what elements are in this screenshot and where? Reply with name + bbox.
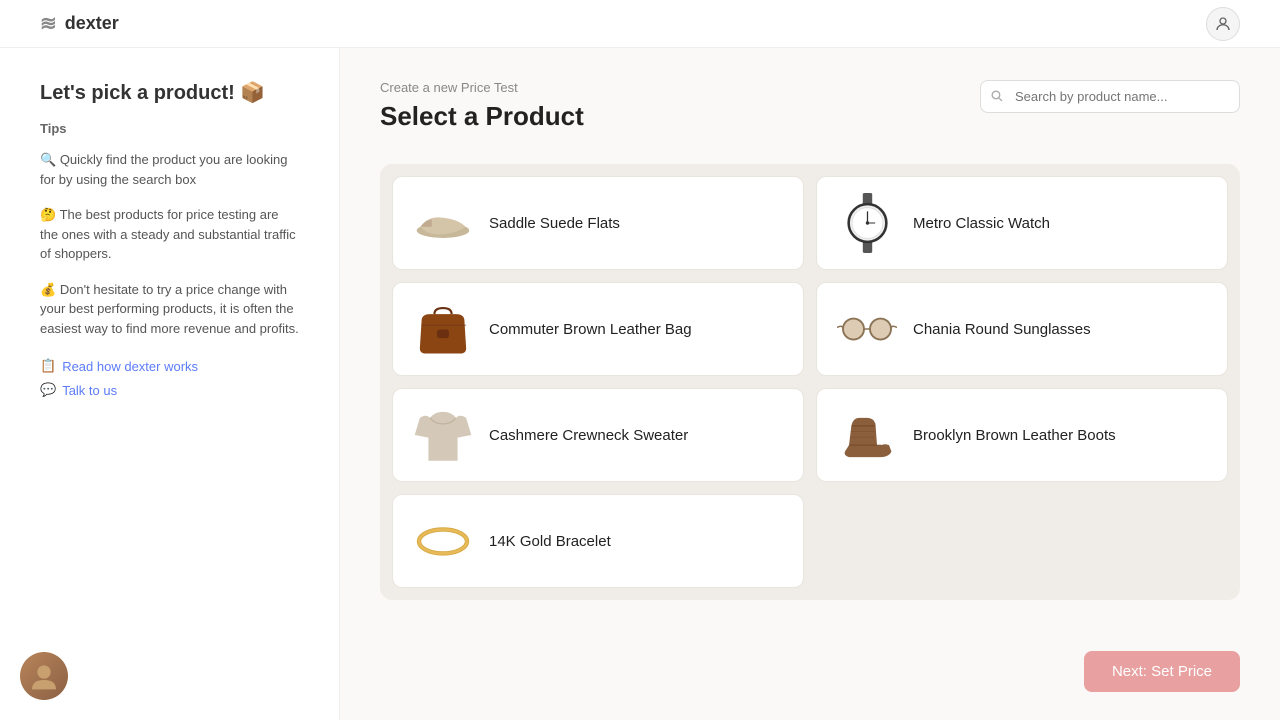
sidebar-links: 📋 Read how dexter works 💬 Talk to us — [40, 358, 299, 398]
product-image-saddle-suede-flats — [413, 193, 473, 253]
product-name-cashmere-sweater: Cashmere Crewneck Sweater — [489, 427, 688, 444]
product-card-metro-classic-watch[interactable]: Metro Classic Watch — [816, 176, 1228, 270]
content-subtitle: Create a new Price Test — [380, 80, 584, 95]
tip-1-icon: 🔍 — [40, 152, 60, 167]
tip-2-text: The best products for price testing are … — [40, 207, 296, 261]
next-set-price-button[interactable]: Next: Set Price — [1084, 651, 1240, 692]
avatar-image — [20, 652, 68, 700]
sidebar: Let's pick a product! 📦 Tips 🔍 Quickly f… — [0, 48, 340, 720]
product-name-commuter-leather-bag: Commuter Brown Leather Bag — [489, 321, 692, 338]
tip-2: 🤔 The best products for price testing ar… — [40, 205, 299, 264]
read-how-label: Read how dexter works — [62, 359, 198, 374]
tip-1: 🔍 Quickly find the product you are looki… — [40, 150, 299, 189]
main-layout: Let's pick a product! 📦 Tips 🔍 Quickly f… — [0, 48, 1280, 720]
products-grid: Saddle Suede Flats Metro Classic Watch — [380, 164, 1240, 600]
tip-3: 💰 Don't hesitate to try a price change w… — [40, 280, 299, 339]
header: ≋ dexter — [0, 0, 1280, 48]
logo-icon: ≋ — [40, 11, 57, 36]
product-image-brooklyn-boots — [837, 405, 897, 465]
content-area: Create a new Price Test Select a Product — [340, 48, 1280, 720]
product-image-cashmere-sweater — [413, 405, 473, 465]
chat-icon: 💬 — [40, 382, 56, 398]
product-card-gold-bracelet[interactable]: 14K Gold Bracelet — [392, 494, 804, 588]
user-avatar — [20, 652, 68, 700]
content-titles: Create a new Price Test Select a Product — [380, 80, 584, 156]
product-name-saddle-suede-flats: Saddle Suede Flats — [489, 215, 620, 232]
search-input[interactable] — [980, 80, 1240, 113]
content-title: Select a Product — [380, 101, 584, 132]
book-icon: 📋 — [40, 358, 56, 374]
talk-to-us-label: Talk to us — [62, 383, 117, 398]
user-avatar-button[interactable] — [1206, 7, 1240, 41]
product-name-chania-round-sunglasses: Chania Round Sunglasses — [913, 321, 1091, 338]
content-header: Create a new Price Test Select a Product — [380, 80, 1240, 156]
product-card-brooklyn-boots[interactable]: Brooklyn Brown Leather Boots — [816, 388, 1228, 482]
read-how-link[interactable]: 📋 Read how dexter works — [40, 358, 299, 374]
product-card-chania-round-sunglasses[interactable]: Chania Round Sunglasses — [816, 282, 1228, 376]
sidebar-title: Let's pick a product! 📦 — [40, 80, 299, 105]
search-wrapper — [980, 80, 1240, 113]
product-image-gold-bracelet — [413, 511, 473, 571]
product-image-metro-classic-watch — [837, 193, 897, 253]
talk-to-us-link[interactable]: 💬 Talk to us — [40, 382, 299, 398]
product-name-brooklyn-boots: Brooklyn Brown Leather Boots — [913, 427, 1116, 444]
tip-1-text: Quickly find the product you are looking… — [40, 152, 287, 187]
logo: ≋ dexter — [40, 11, 119, 36]
product-image-commuter-leather-bag — [413, 299, 473, 359]
tip-2-icon: 🤔 — [40, 207, 60, 222]
tip-3-text: Don't hesitate to try a price change wit… — [40, 282, 299, 336]
tips-label: Tips — [40, 121, 299, 136]
product-name-metro-classic-watch: Metro Classic Watch — [913, 215, 1050, 232]
product-name-gold-bracelet: 14K Gold Bracelet — [489, 533, 611, 550]
product-image-chania-round-sunglasses — [837, 299, 897, 359]
search-icon — [990, 89, 1003, 105]
grid-spacer — [816, 494, 1228, 588]
product-card-saddle-suede-flats[interactable]: Saddle Suede Flats — [392, 176, 804, 270]
product-card-commuter-leather-bag[interactable]: Commuter Brown Leather Bag — [392, 282, 804, 376]
logo-text: dexter — [65, 13, 119, 34]
product-card-cashmere-sweater[interactable]: Cashmere Crewneck Sweater — [392, 388, 804, 482]
tip-3-icon: 💰 — [40, 282, 60, 297]
